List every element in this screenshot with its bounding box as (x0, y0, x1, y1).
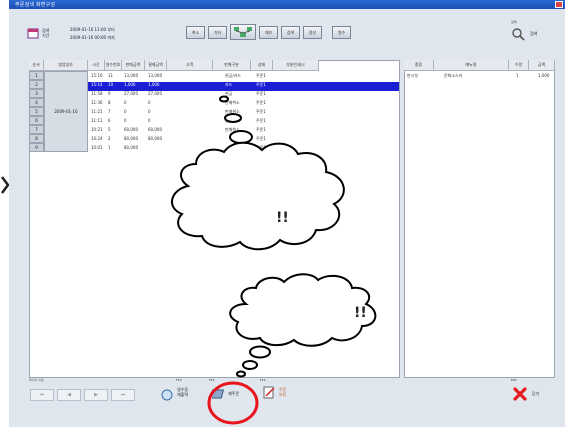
annotation-mark-1: !! (276, 210, 289, 226)
annotation-mark-2: !! (354, 305, 367, 321)
